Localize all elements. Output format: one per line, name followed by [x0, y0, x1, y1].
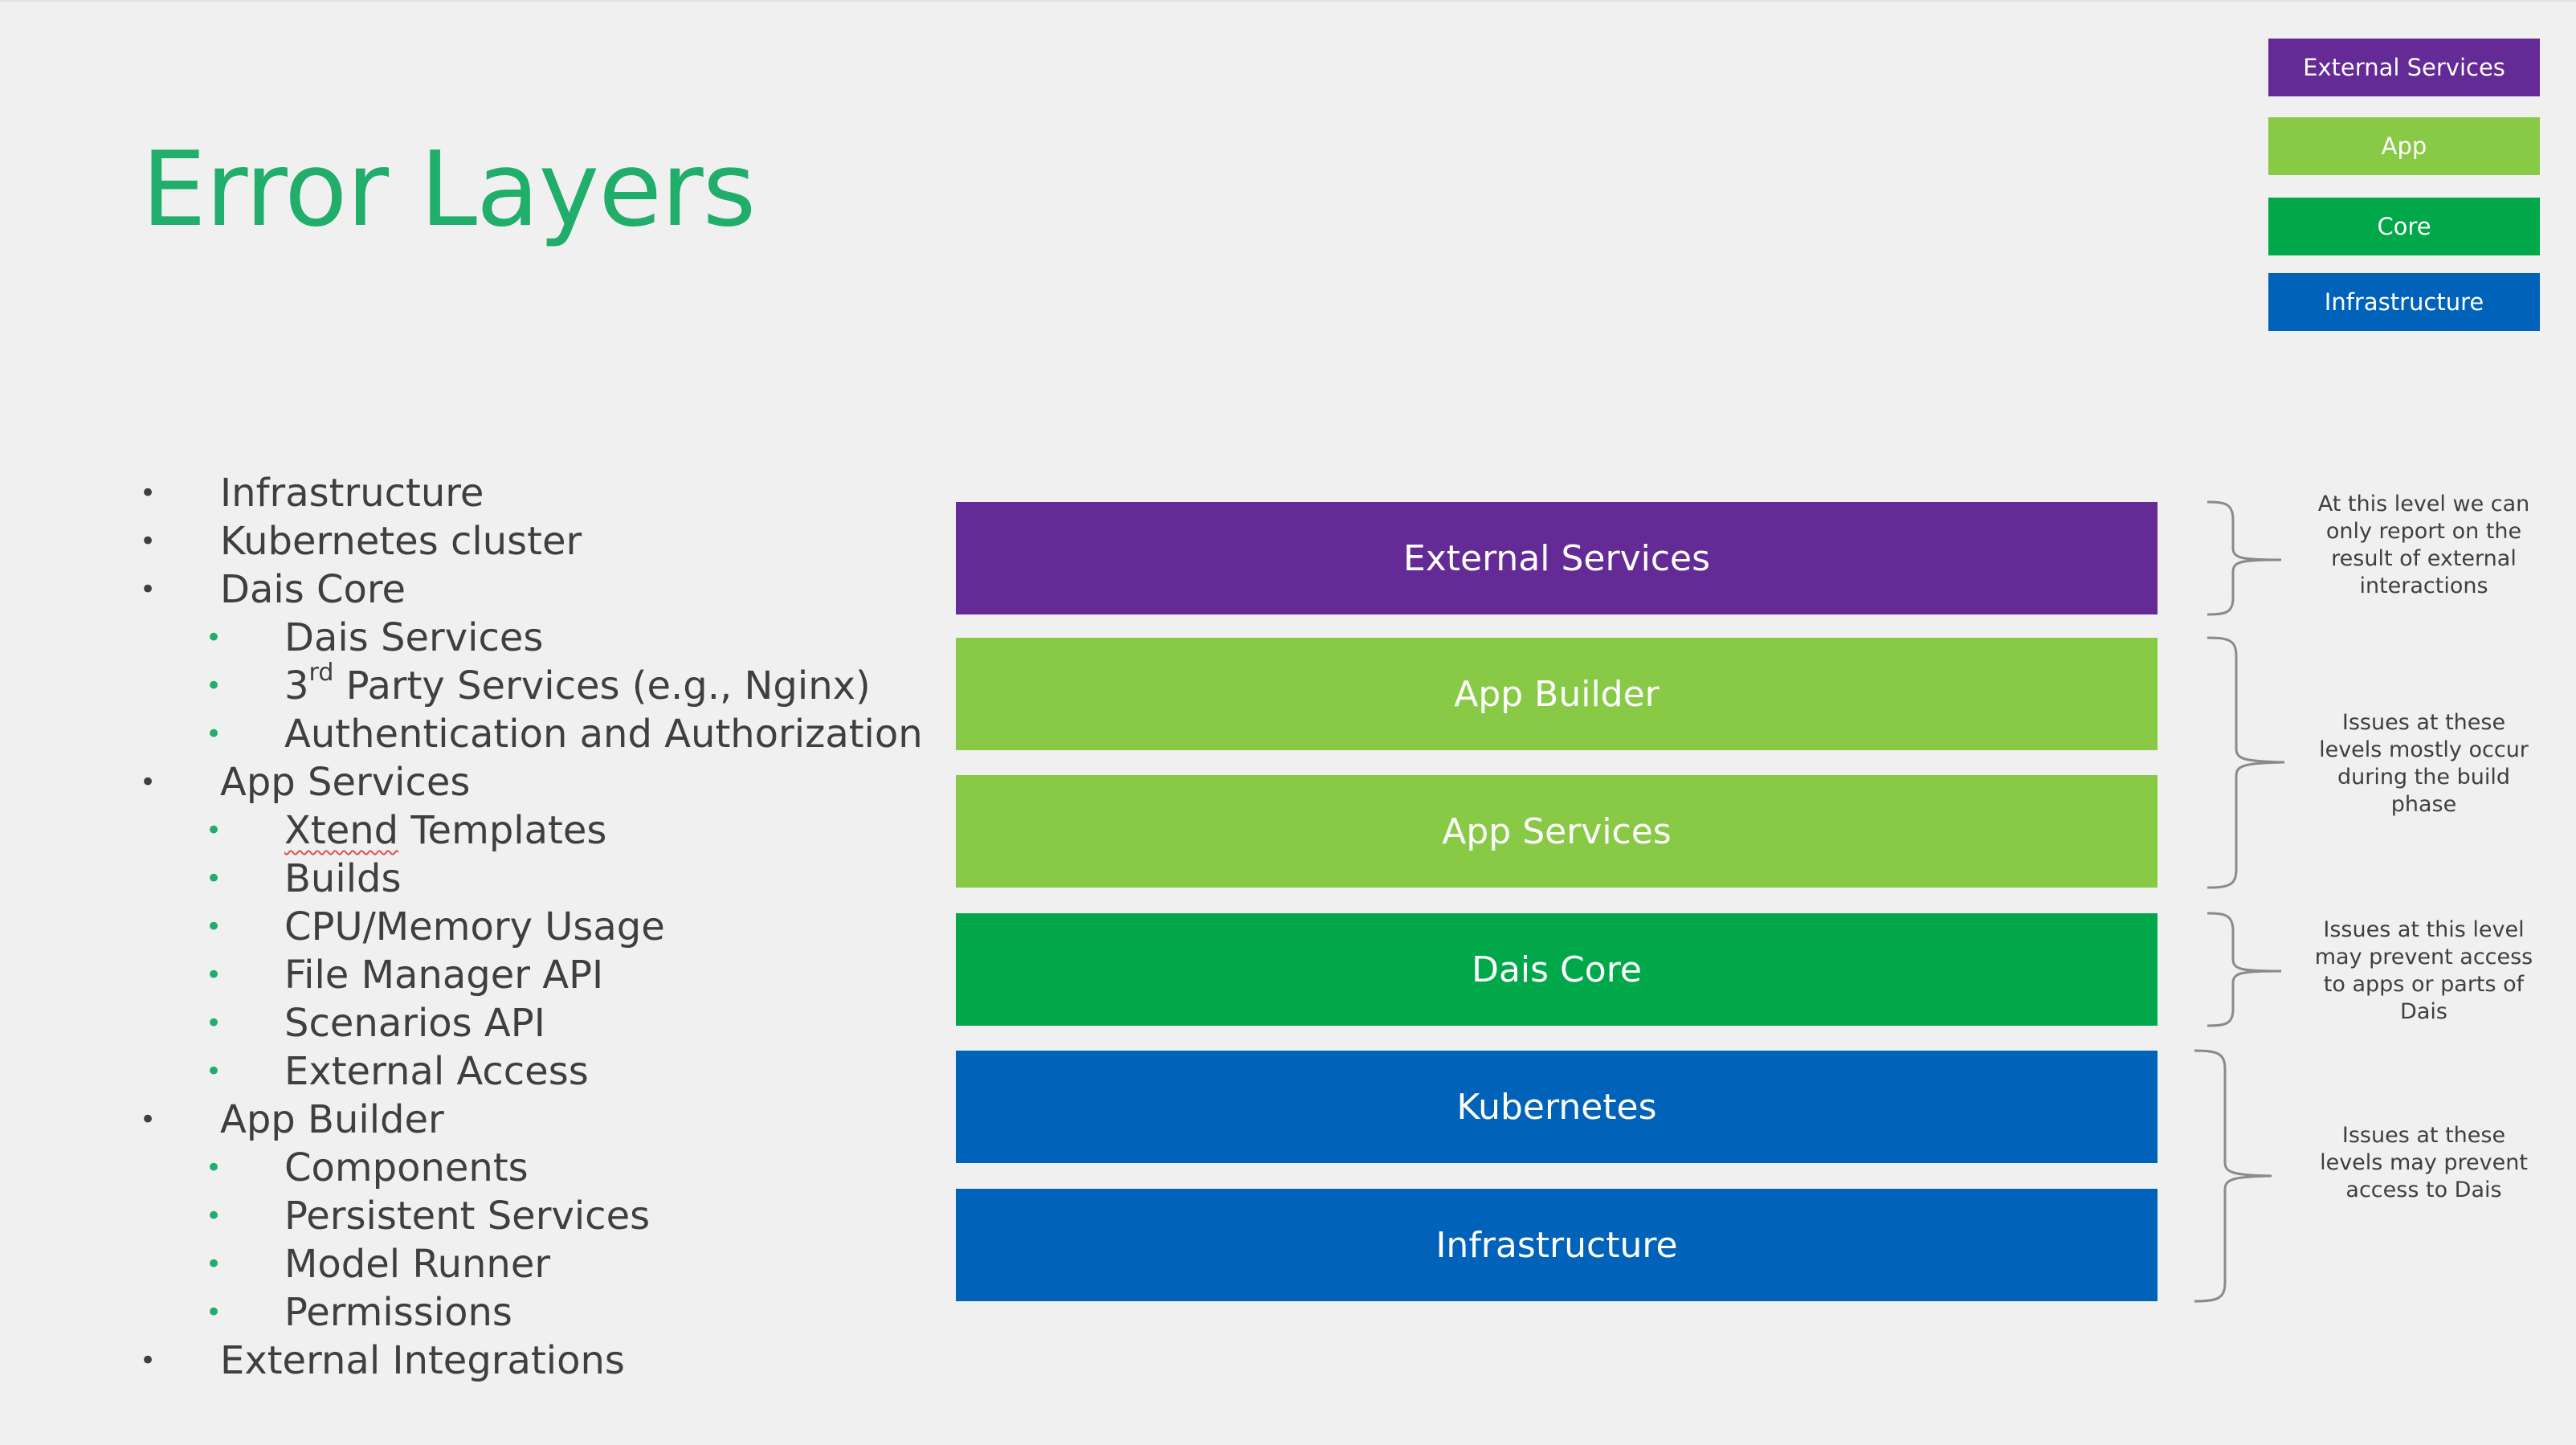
layer-label: Infrastructure	[1435, 1224, 1678, 1266]
bullet-dot: •	[206, 1152, 222, 1184]
bullet-item: • Infrastructure	[137, 469, 923, 517]
bullet-text: Authentication and Authorization	[284, 712, 923, 757]
layer-app-services: App Services	[956, 775, 2158, 888]
layer-label: App Services	[1442, 810, 1672, 852]
bullet-text: Dais Services	[284, 615, 544, 660]
sub-bullet-item: • File Manager API	[137, 951, 923, 999]
sub-bullet-item: • Components	[137, 1144, 923, 1192]
sub-bullet-item: • Builds	[137, 855, 923, 903]
bullet-dot: •	[206, 1200, 222, 1232]
layer-label: Kubernetes	[1456, 1086, 1657, 1128]
bullet-text: Permissions	[284, 1290, 512, 1335]
sub-bullet-item: • Model Runner	[137, 1240, 923, 1288]
brace-app	[2207, 636, 2285, 889]
note-app: Issues at these levels mostly occur duri…	[2319, 710, 2529, 817]
legend-label: External Services	[2303, 54, 2505, 81]
bullet-dot: •	[140, 574, 157, 606]
bullet-item: • External Integrations	[137, 1337, 923, 1385]
bullet-text-superscript: rd	[308, 659, 334, 687]
bullet-text: Kubernetes cluster	[220, 519, 582, 564]
bullet-dot: •	[206, 622, 222, 654]
layer-infrastructure: Infrastructure	[956, 1189, 2158, 1301]
bullet-text: External Integrations	[220, 1338, 625, 1383]
brace-core	[2207, 912, 2282, 1027]
bullet-text: Persistent Services	[284, 1194, 651, 1239]
layer-label: App Builder	[1454, 673, 1659, 715]
bullet-dot: •	[206, 1007, 222, 1039]
layer-dais-core: Dais Core	[956, 913, 2158, 1026]
sub-bullet-item: • Authentication and Authorization	[137, 710, 923, 758]
sub-bullet-item: • CPU/Memory Usage	[137, 903, 923, 951]
bullet-text: Dais Core	[220, 567, 406, 612]
bullet-list: • Infrastructure • Kubernetes cluster • Dai…	[137, 469, 923, 1385]
layer-app-builder: App Builder	[956, 638, 2158, 750]
bullet-text: Components	[284, 1145, 529, 1190]
sub-bullet-item: • 3rd Party Services (e.g., Nginx)	[137, 659, 923, 710]
legend-label: Infrastructure	[2324, 288, 2484, 316]
bullet-text: Infrastructure	[220, 471, 484, 516]
brace-infrastructure	[2194, 1049, 2272, 1303]
bullet-item: • Dais Core	[137, 565, 923, 614]
bullet-dot: •	[140, 766, 157, 798]
sub-bullet-item: • External Access	[137, 1047, 923, 1096]
layer-kubernetes: Kubernetes	[956, 1051, 2158, 1163]
sub-bullet-item: • Dais Services	[137, 614, 923, 662]
note-core: Issues at this level may prevent access …	[2314, 917, 2533, 1024]
sub-bullet-item: • Xtend Templates	[137, 806, 923, 855]
brace-external-services	[2207, 500, 2282, 616]
bullet-dot: •	[206, 959, 222, 991]
slide-title: Error Layers	[141, 130, 756, 250]
bullet-dot: •	[140, 1345, 157, 1377]
sub-bullet-item: • Persistent Services	[137, 1192, 923, 1240]
legend-label: Core	[2377, 213, 2431, 240]
legend-label: App	[2381, 133, 2427, 160]
bullet-dot: •	[140, 525, 157, 557]
bullet-text: Scenarios API	[284, 1001, 545, 1046]
bullet-dot: •	[206, 863, 222, 895]
bullet-dot: •	[140, 1104, 157, 1136]
bullet-dot: •	[140, 477, 157, 509]
spellcheck-word: Xtend	[284, 808, 399, 853]
note-external-services: At this level we can only report on the …	[2317, 492, 2530, 598]
legend-item-core: Core	[2268, 198, 2540, 255]
layer-label: External Services	[1402, 537, 1711, 579]
bullet-text: File Manager API	[284, 953, 604, 998]
layer-external-services: External Services	[956, 502, 2158, 614]
bullet-item: • Kubernetes cluster	[137, 517, 923, 565]
bullet-text: App Builder	[220, 1097, 444, 1142]
legend-item-infrastructure: Infrastructure	[2268, 273, 2540, 331]
bullet-item: • App Services	[137, 758, 923, 806]
bullet-item: • App Builder	[137, 1096, 923, 1144]
bullet-dot: •	[206, 1055, 222, 1088]
bullet-dot: •	[206, 670, 222, 702]
layer-label: Dais Core	[1472, 949, 1642, 990]
bullet-text: CPU/Memory Usage	[284, 904, 665, 949]
bullet-text: External Access	[284, 1049, 589, 1094]
legend-item-app: App	[2268, 117, 2540, 175]
bullet-text: Builds	[284, 856, 402, 901]
bullet-text-prefix: 3	[284, 663, 309, 708]
sub-bullet-item: • Scenarios API	[137, 999, 923, 1047]
legend-item-external-services: External Services	[2268, 39, 2540, 96]
slide: Error Layers External Services App Core …	[0, 0, 2576, 1445]
bullet-dot: •	[206, 911, 222, 943]
bullet-text-rest: Templates	[398, 808, 607, 853]
bullet-dot: •	[206, 718, 222, 750]
bullet-text: Model Runner	[284, 1242, 551, 1287]
note-infrastructure: Issues at these levels may prevent acces…	[2320, 1123, 2528, 1202]
bullet-dot: •	[206, 1248, 222, 1280]
brace-group	[2194, 500, 2285, 1303]
sub-bullet-item: • Permissions	[137, 1288, 923, 1337]
bullet-text-rest: Party Services (e.g., Nginx)	[333, 663, 871, 708]
bullet-dot: •	[206, 814, 222, 847]
bullet-dot: •	[206, 1296, 222, 1329]
bullet-text: App Services	[220, 760, 471, 805]
